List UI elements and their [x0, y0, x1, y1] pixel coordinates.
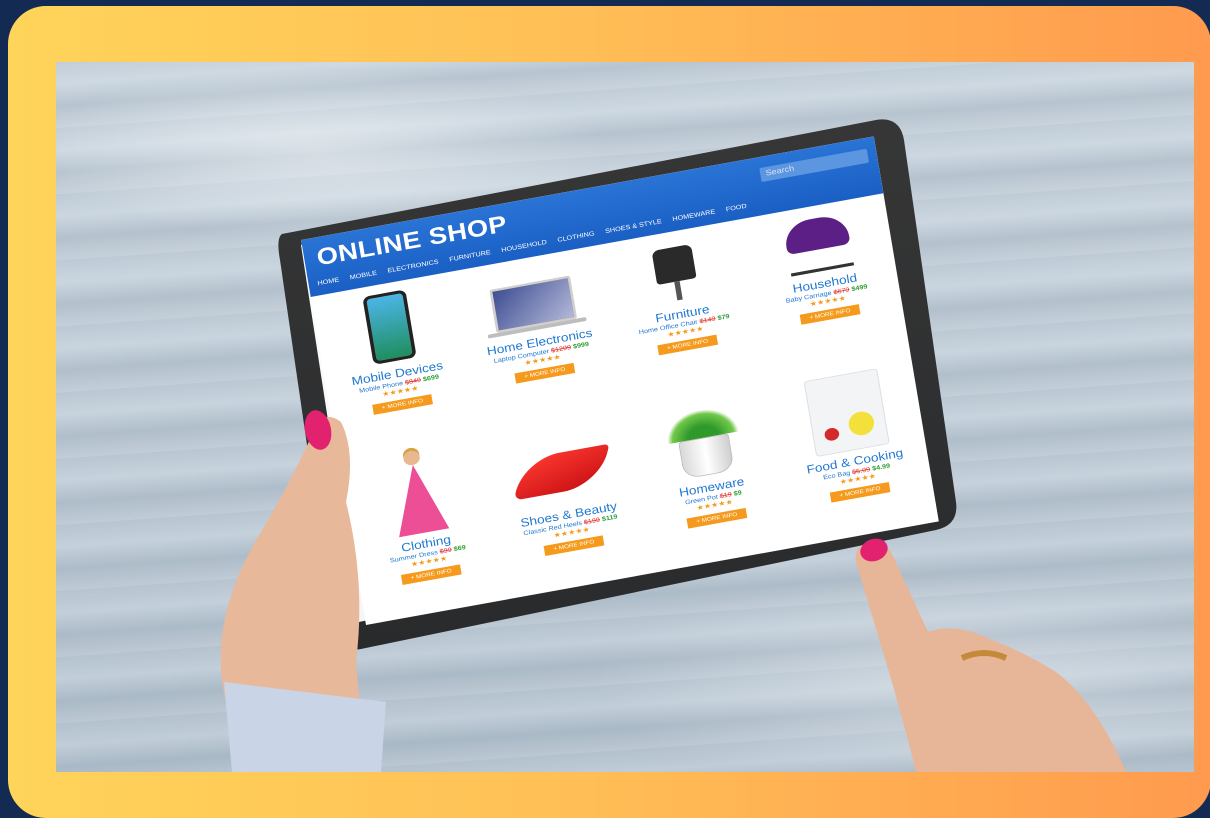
photo: ONLINE SHOP Search HOME MOBILE ELECTRONI… — [56, 62, 1194, 772]
orange-frame: ONLINE SHOP Search HOME MOBILE ELECTRONI… — [8, 6, 1210, 818]
right-hand — [855, 538, 1126, 772]
